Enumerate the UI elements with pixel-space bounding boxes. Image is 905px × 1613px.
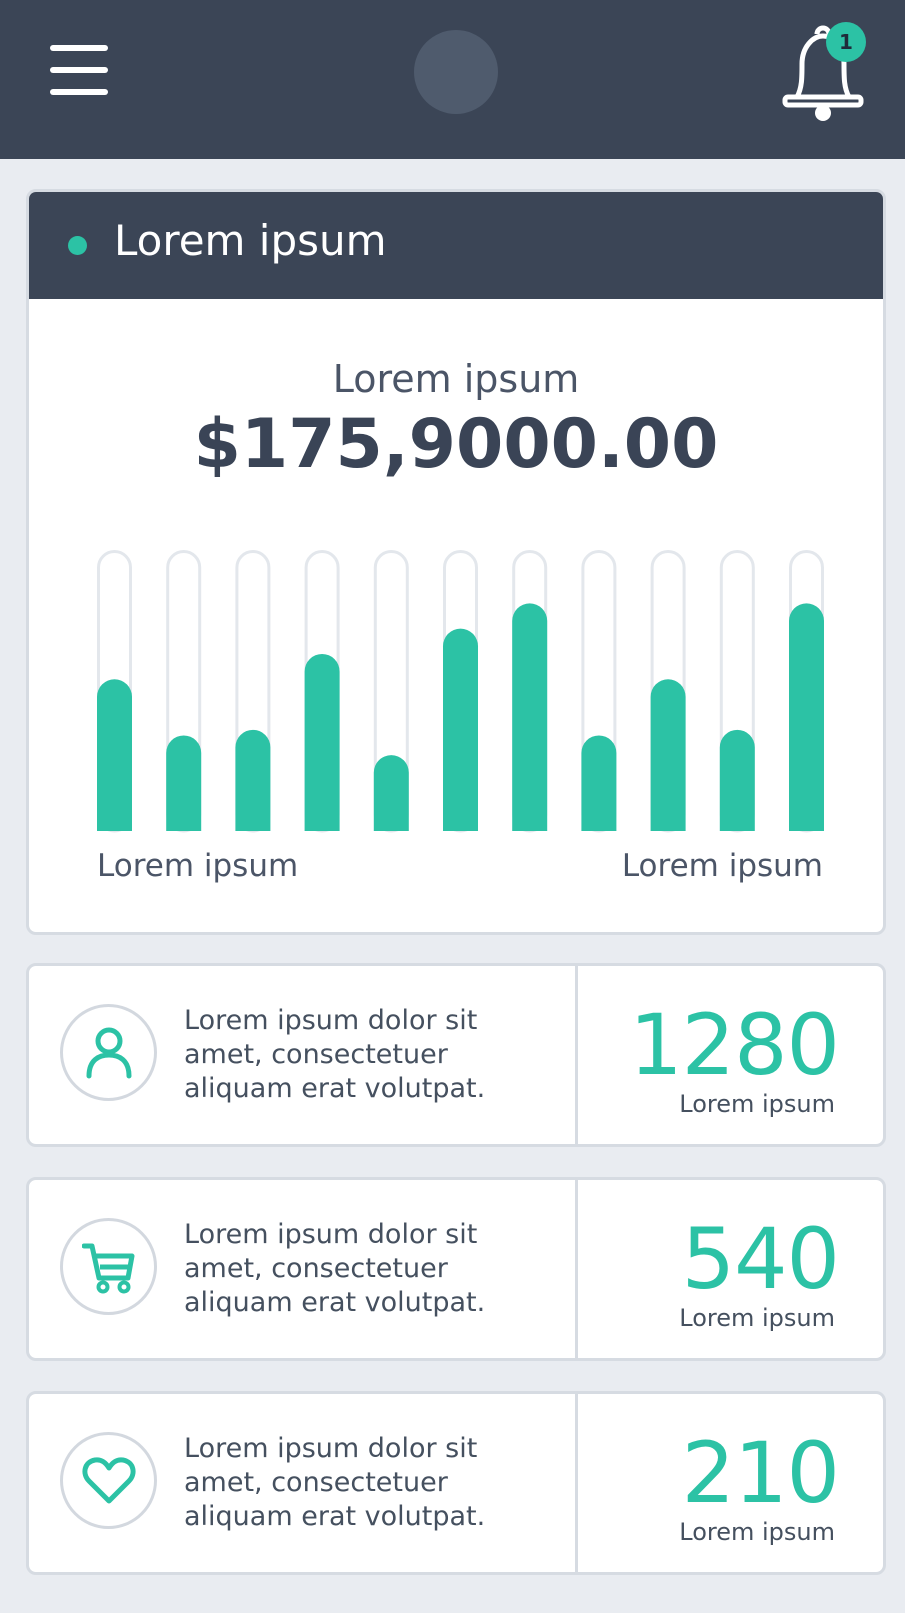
chart-bar [235,729,271,831]
chart-bar [304,653,340,831]
chart-bar [789,603,824,831]
chart-bar [719,729,755,831]
notifications-button[interactable]: 1 [776,20,876,124]
stat-description: Lorem ipsum dolor sit amet, consectetuer… [184,1219,486,1318]
stat-description: Lorem ipsum dolor sit amet, consectetuer… [184,1433,486,1532]
chart-bar [166,735,202,831]
divider [575,1394,578,1572]
stat-value: 210 [681,1424,840,1522]
divider [575,966,578,1144]
chart-bar [581,735,617,831]
stat-card-orders[interactable]: Lorem ipsum dolor sit amet, consectetuer… [26,1177,886,1361]
chart-bar [512,603,548,831]
avatar[interactable] [414,30,498,114]
x-axis-end-label: Lorem ipsum [621,848,823,884]
stat-value: 540 [681,1210,840,1308]
hamburger-menu-icon[interactable] [50,45,108,95]
user-icon [60,1004,157,1101]
x-axis-start-label: Lorem ipsum [97,848,299,884]
stat-caption: Lorem ipsum [679,1090,835,1118]
stat-caption: Lorem ipsum [679,1304,835,1332]
top-bar: 1 [0,0,905,159]
stat-card-likes[interactable]: Lorem ipsum dolor sit amet, consectetuer… [26,1391,886,1575]
summary-card: Lorem ipsum Lorem ipsum $175,9000.00 Lor… [26,189,886,935]
stat-description: Lorem ipsum dolor sit amet, consectetuer… [184,1005,486,1104]
heart-icon [60,1432,157,1529]
menu-line [50,67,108,73]
shopping-cart-icon [60,1218,157,1315]
notification-badge: 1 [826,22,866,62]
divider [575,1180,578,1358]
chart-bar [373,755,409,831]
stat-card-users[interactable]: Lorem ipsum dolor sit amet, consectetuer… [26,963,886,1147]
chart-bar [97,679,132,831]
stat-caption: Lorem ipsum [679,1518,835,1546]
bar-chart [97,550,824,833]
stat-value: 1280 [629,996,840,1094]
chart-bar [443,628,478,831]
menu-line [50,89,108,95]
menu-line [50,45,108,51]
chart-bar [650,679,686,831]
